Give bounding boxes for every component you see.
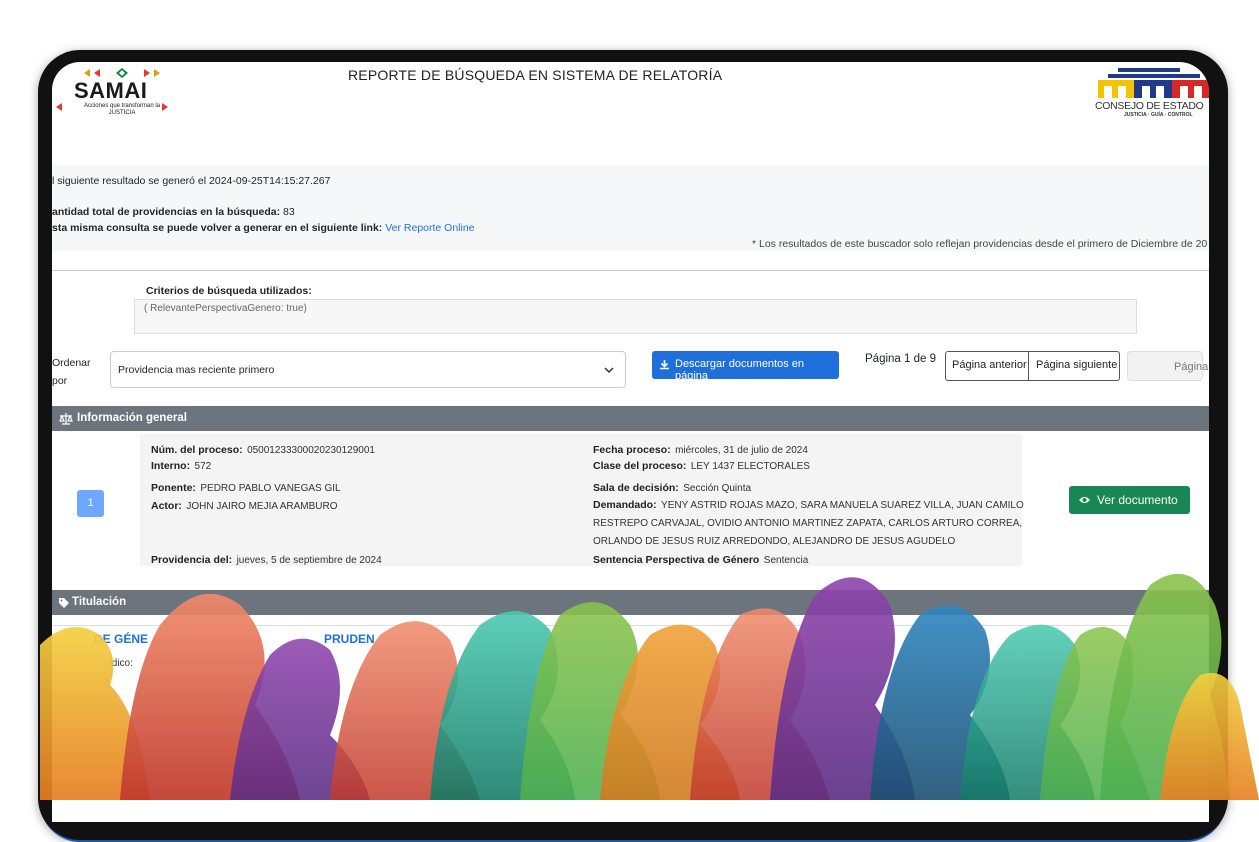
- prev-page-button[interactable]: Página anterior: [945, 351, 1030, 381]
- fecha-value: miércoles, 31 de julio de 2024: [675, 445, 808, 456]
- view-document-button[interactable]: Ver documento: [1069, 486, 1190, 514]
- total-value: 83: [283, 206, 295, 218]
- samai-logo-text: SAMAI: [74, 78, 148, 103]
- sala-value: Sección Quinta: [683, 483, 752, 494]
- scale-icon: [59, 413, 73, 425]
- interno-value: 572: [194, 461, 212, 472]
- ponente-row: Ponente: PEDRO PABLO VANEGAS GIL: [151, 482, 341, 494]
- samai-arrows-icon: [56, 103, 168, 111]
- next-page-button[interactable]: Página siguiente: [1028, 351, 1120, 381]
- report-title: REPORTE DE BÚSQUEDA EN SISTEMA DE RELATO…: [348, 67, 723, 83]
- next-page-label: Página siguiente: [1036, 359, 1118, 371]
- clase-row: Clase del proceso: LEY 1437 ELECTORALES: [593, 460, 810, 472]
- sort-label: Ordenar por: [52, 357, 91, 387]
- ponente-value: PEDRO PABLO VANEGAS GIL: [200, 483, 341, 494]
- link-label: sta misma consulta se puede volver a gen…: [52, 222, 383, 234]
- interno-row: Interno: 572: [151, 460, 212, 472]
- total-label: antidad total de providencias en la búsq…: [52, 206, 281, 218]
- proceso-value: 05001233300020230129001: [247, 445, 375, 456]
- link-line: sta misma consulta se puede volver a gen…: [52, 222, 475, 234]
- download-documents-button[interactable]: Descargar documentos en página: [652, 351, 839, 382]
- download-label: Descargar documentos en página: [675, 358, 805, 382]
- prev-page-label: Página anterior: [952, 359, 1027, 371]
- page-number-input[interactable]: Página: [1127, 351, 1208, 381]
- consejo-name: CONSEJO DE ESTADO: [1095, 100, 1204, 112]
- criteria-value: ( RelevantePerspectivaGenero: true): [144, 303, 307, 314]
- report-online-link[interactable]: Ver Reporte Online: [385, 222, 474, 234]
- actor-value: JOHN JAIRO MEJIA ARAMBURO: [186, 501, 338, 512]
- actor-row: Actor: JOHN JAIRO MEJIA ARAMBURO: [151, 500, 338, 512]
- result-index-badge[interactable]: 1: [77, 490, 104, 517]
- date-range-note: * Los resultados de este buscador solo r…: [752, 238, 1208, 250]
- clase-value: LEY 1437 ELECTORALES: [690, 461, 810, 472]
- criteria-label: Criterios de búsqueda utilizados:: [146, 285, 312, 297]
- total-line: antidad total de providencias en la búsq…: [52, 206, 295, 218]
- divider: [52, 270, 1209, 271]
- view-document-label: Ver documento: [1097, 493, 1178, 507]
- sort-select-value: Providencia mas reciente primero: [118, 364, 275, 376]
- download-icon: [660, 360, 669, 370]
- general-info-title: Información general: [77, 412, 187, 424]
- eye-icon: [1079, 497, 1090, 503]
- consejo-building-icon: [1098, 68, 1209, 98]
- sort-select[interactable]: Providencia mas reciente primero: [110, 351, 626, 388]
- generated-line: l siguiente resultado se generó el 2024-…: [52, 175, 331, 187]
- demandado-row: Demandado: YENY ASTRID ROJAS MAZO, SARA …: [593, 499, 1024, 547]
- general-info-header: Información general: [52, 406, 1209, 431]
- people-silhouettes-illustration: [40, 573, 1259, 800]
- sala-row: Sala de decisión: Sección Quinta: [593, 482, 752, 494]
- page-info: Página 1 de 9: [865, 353, 936, 365]
- consejo-tagline: JUSTICIA · GUÍA · CONTROL: [1124, 112, 1193, 118]
- page-number-placeholder: Página: [1174, 361, 1209, 373]
- chevron-down-icon: [604, 367, 614, 374]
